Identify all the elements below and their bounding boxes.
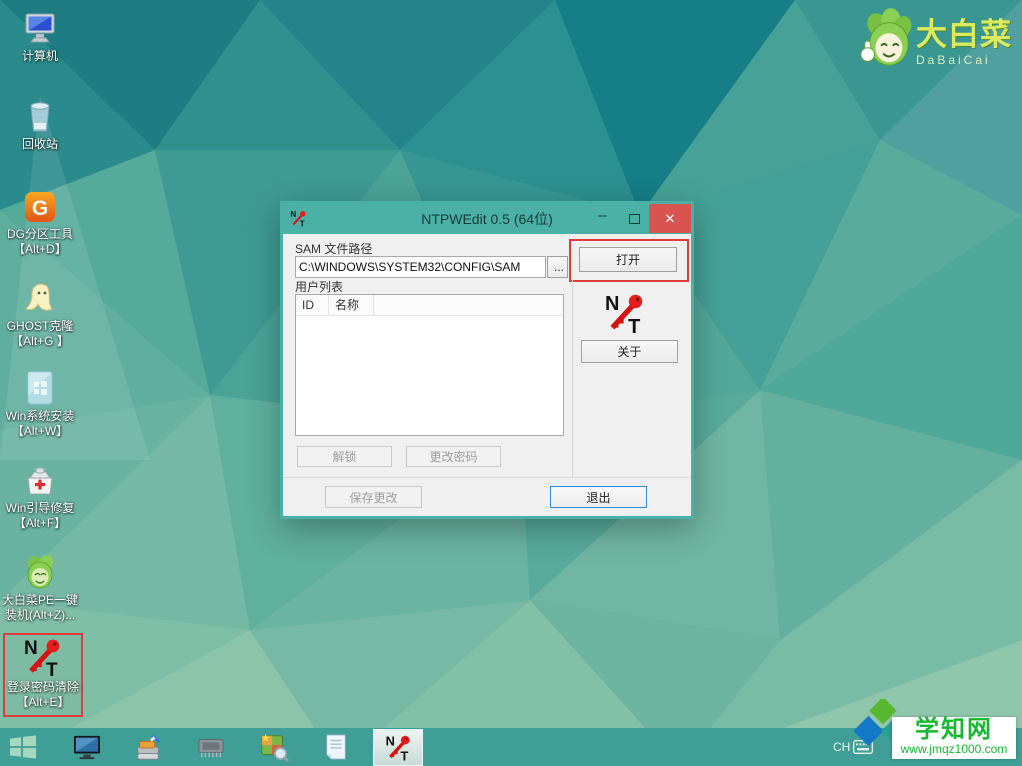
ntpwedit-key-icon: NT xyxy=(385,734,412,761)
minimize-button[interactable]: – xyxy=(587,204,617,233)
watermark-box: 学知网 www.jmqz1000.com xyxy=(892,717,1016,759)
user-list-header: ID 名称 xyxy=(296,295,563,316)
taskbar-disk-tool-icon[interactable] xyxy=(134,732,164,762)
start-button[interactable] xyxy=(8,732,38,762)
svg-text:N: N xyxy=(24,638,38,659)
exit-button[interactable]: 退出 xyxy=(550,486,647,508)
maximize-icon xyxy=(629,214,640,224)
desktop-icon-label: 登录密码清除 xyxy=(7,680,79,695)
desktop-icon-win-install[interactable]: Win系统安装 【Alt+W】 xyxy=(0,368,80,439)
desktop-icon-computer[interactable]: 计算机 xyxy=(0,8,80,64)
column-name[interactable]: 名称 xyxy=(329,295,374,315)
desktop-icon-label2: 【Alt+D】 xyxy=(0,242,80,257)
about-button[interactable]: 关于 xyxy=(581,340,678,363)
taskbar-display-icon[interactable] xyxy=(72,732,102,762)
windows-logo-icon xyxy=(8,733,38,761)
ntpwedit-window: NT NTPWEdit 0.5 (64位) – ✕ SAM 文件路径 ... 打… xyxy=(280,201,694,519)
desktop-icon-label: 回收站 xyxy=(0,137,80,152)
browse-button[interactable]: ... xyxy=(547,256,568,278)
win-install-icon xyxy=(0,368,80,406)
svg-text:T: T xyxy=(400,748,408,761)
open-button[interactable]: 打开 xyxy=(579,247,677,272)
column-id[interactable]: ID xyxy=(296,295,329,315)
save-changes-button[interactable]: 保存更改 xyxy=(325,486,422,508)
desktop-icon-dabaicai-pe[interactable]: 大白菜PE一键 装机(Alt+Z)... xyxy=(0,552,80,623)
taskbar-memory-icon[interactable] xyxy=(196,732,226,762)
watermark-url: www.jmqz1000.com xyxy=(892,743,1016,756)
brand-name: 大白菜 xyxy=(916,18,1012,52)
window-client-area: SAM 文件路径 ... 打开 用户列表 ID 名称 NT 关于 解锁 更改密码… xyxy=(283,234,691,516)
desktop-icon-label2: 【Alt+W】 xyxy=(0,424,80,439)
desktop-icon-label: Win引导修复 xyxy=(0,501,80,516)
boot-repair-icon xyxy=(0,460,80,498)
taskbar-notepad-icon[interactable] xyxy=(321,732,351,762)
cabbage-mascot-icon xyxy=(858,8,916,77)
desktop-icon-dg-partition[interactable]: G DG分区工具 【Alt+D】 xyxy=(0,186,80,257)
svg-text:T: T xyxy=(628,316,640,334)
horizontal-separator xyxy=(283,477,691,478)
change-password-button[interactable]: 更改密码 xyxy=(406,446,501,467)
dabaicai-brand: 大白菜 DaBaiCai xyxy=(858,6,1016,78)
language-indicator[interactable]: CH xyxy=(833,740,850,754)
sam-path-label: SAM 文件路径 xyxy=(295,240,372,257)
taskbar-image-tool-icon[interactable] xyxy=(259,732,289,762)
computer-icon xyxy=(0,8,80,46)
cabbage-icon xyxy=(0,552,80,590)
desktop-icon-recycle-bin[interactable]: 回收站 xyxy=(0,96,80,152)
desktop-icon-label: 计算机 xyxy=(0,49,80,64)
desktop-icon-label2: 【Alt+E】 xyxy=(7,695,79,710)
maximize-button[interactable] xyxy=(619,204,649,233)
desktop-icon-label: Win系统安装 xyxy=(0,409,80,424)
brand-latin: DaBaiCai xyxy=(916,53,1012,67)
desktop-icon-label2: 【Alt+G 】 xyxy=(0,334,80,349)
desktop-icon-label: DG分区工具 xyxy=(0,227,80,242)
open-annotation-box: 打开 xyxy=(569,239,689,282)
desktop-icon-boot-repair[interactable]: Win引导修复 【Alt+F】 xyxy=(0,460,80,531)
user-list-label: 用户列表 xyxy=(295,278,343,295)
desktop-icon-ghost-clone[interactable]: GHOST克隆 【Alt+G 】 xyxy=(0,278,80,349)
desktop-icon-password-clear[interactable]: NT 登录密码清除 【Alt+E】 xyxy=(3,633,83,717)
dg-partition-icon: G xyxy=(0,186,80,224)
svg-text:G: G xyxy=(32,197,48,220)
close-button[interactable]: ✕ xyxy=(649,204,691,233)
ghost-icon xyxy=(0,278,80,316)
svg-text:T: T xyxy=(46,660,58,677)
window-titlebar[interactable]: NT NTPWEdit 0.5 (64位) – ✕ xyxy=(283,204,691,234)
ntpwedit-key-icon: NT xyxy=(7,639,79,677)
watermark-site: 学知网 xyxy=(892,717,1016,743)
vertical-separator xyxy=(572,280,573,477)
user-list[interactable]: ID 名称 xyxy=(295,294,564,436)
svg-text:N: N xyxy=(385,734,394,748)
desktop-icon-label: GHOST克隆 xyxy=(0,319,80,334)
svg-text:N: N xyxy=(605,293,619,315)
unlock-button[interactable]: 解锁 xyxy=(297,446,392,467)
desktop-icon-label2: 装机(Alt+Z)... xyxy=(0,608,80,623)
desktop-icon-label2: 【Alt+F】 xyxy=(0,516,80,531)
recycle-bin-icon xyxy=(0,96,80,134)
desktop-icon-label: 大白菜PE一键 xyxy=(0,593,80,608)
ntpwedit-logo-icon: NT xyxy=(603,292,647,337)
taskbar-ntpwedit-button-active[interactable]: NT xyxy=(373,729,423,766)
sam-path-input[interactable] xyxy=(295,256,546,278)
